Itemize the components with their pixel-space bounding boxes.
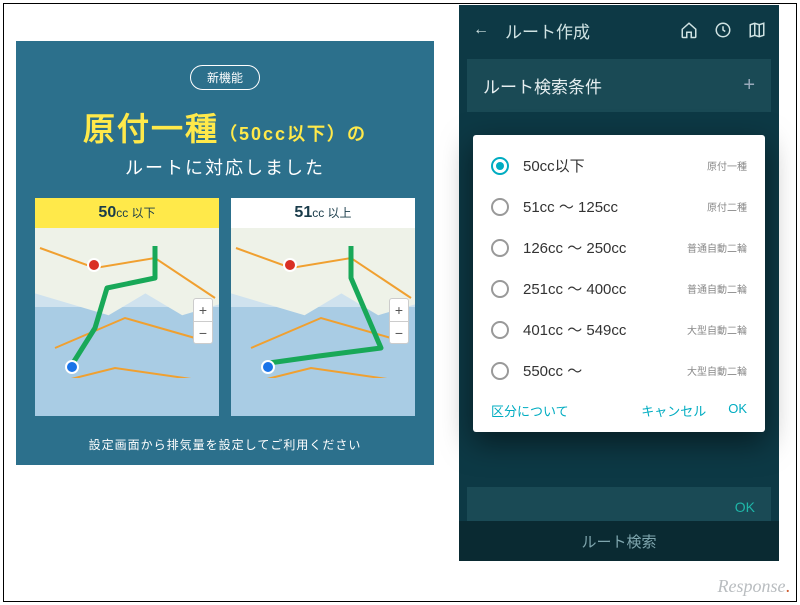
route-path-51: [231, 228, 415, 378]
radio-icon: [491, 280, 509, 298]
option-label: 50cc以下: [523, 155, 693, 176]
panel-ok-button[interactable]: OK: [735, 499, 755, 515]
headline-main: 原付一種: [83, 111, 219, 147]
engine-option[interactable]: 126cc ～ 250cc 普通自動二輪: [473, 227, 765, 268]
route-search-button[interactable]: ルート検索: [459, 521, 779, 561]
goal-pin-icon: [87, 258, 101, 272]
map-image-51: + −: [231, 228, 415, 416]
radio-icon: [491, 239, 509, 257]
option-category: 普通自動二輪: [687, 240, 747, 255]
route-path-50: [35, 228, 219, 378]
cancel-button[interactable]: キャンセル: [641, 401, 706, 420]
ok-button[interactable]: OK: [728, 401, 747, 420]
map-image-50: + −: [35, 228, 219, 416]
option-category: 原付一種: [707, 158, 747, 173]
map-icon[interactable]: [747, 20, 767, 40]
option-category: 大型自動二輪: [687, 322, 747, 337]
zoom-control[interactable]: + −: [193, 298, 213, 344]
promo-footnote: 設定画面から排気量を設定してご利用ください: [16, 436, 434, 453]
zoom-out-button[interactable]: −: [194, 321, 212, 343]
promo-subhead: ルートに対応しました: [16, 154, 434, 180]
option-category: 大型自動二輪: [687, 363, 747, 378]
promo-panel: 新機能 原付一種（50cc以下）の ルートに対応しました 50cc 以下 + −: [16, 41, 434, 465]
option-label: 51cc ～ 125cc: [523, 196, 693, 217]
watermark: Response.: [718, 576, 790, 597]
dialog-actions: 区分について キャンセル OK: [473, 391, 765, 424]
history-icon[interactable]: [713, 20, 733, 40]
map-header-50: 50cc 以下: [35, 198, 219, 228]
engine-option[interactable]: 51cc ～ 125cc 原付二種: [473, 186, 765, 227]
watermark-text: Response: [718, 576, 786, 596]
section-header: ルート検索条件 +: [467, 59, 771, 112]
headline-sub: （50cc以下）: [219, 124, 347, 144]
watermark-dot: .: [786, 576, 791, 596]
new-feature-badge: 新機能: [190, 65, 260, 90]
option-category: 原付二種: [707, 199, 747, 214]
phone-screen: ← ルート作成 ルート検索条件 + 50cc以下原付一種51cc ～ 125cc…: [459, 5, 779, 561]
engine-option[interactable]: 550cc ～ 大型自動二輪: [473, 350, 765, 391]
home-icon[interactable]: [679, 20, 699, 40]
option-label: 251cc ～ 400cc: [523, 278, 673, 299]
radio-icon: [491, 157, 509, 175]
radio-icon: [491, 321, 509, 339]
option-label: 126cc ～ 250cc: [523, 237, 673, 258]
app-title: ルート作成: [505, 18, 665, 43]
map-num-50: 50: [98, 204, 116, 221]
map-card-50: 50cc 以下 + −: [35, 198, 219, 416]
plus-icon[interactable]: +: [743, 74, 755, 97]
map-unit-51: cc 以上: [312, 206, 351, 220]
engine-size-dialog: 50cc以下原付一種 51cc ～ 125cc 原付二種 126cc ～ 250cc 普…: [473, 135, 765, 432]
radio-icon: [491, 362, 509, 380]
app-bar: ← ルート作成: [459, 5, 779, 55]
map-card-51: 51cc 以上 + −: [231, 198, 415, 416]
back-icon[interactable]: ←: [471, 20, 491, 40]
about-classification-link[interactable]: 区分について: [491, 401, 569, 420]
engine-option[interactable]: 401cc ～ 549cc 大型自動二輪: [473, 309, 765, 350]
radio-icon: [491, 198, 509, 216]
map-unit-50: cc 以下: [116, 206, 155, 220]
section-title: ルート検索条件: [483, 73, 602, 98]
option-label: 401cc ～ 549cc: [523, 319, 673, 340]
engine-option[interactable]: 251cc ～ 400cc 普通自動二輪: [473, 268, 765, 309]
start-pin-icon: [65, 360, 79, 374]
goal-pin-icon: [283, 258, 297, 272]
zoom-out-button[interactable]: −: [390, 321, 408, 343]
zoom-in-button[interactable]: +: [194, 299, 212, 321]
headline-tail: の: [347, 124, 367, 144]
map-header-51: 51cc 以上: [231, 198, 415, 228]
promo-headline: 原付一種（50cc以下）の: [16, 104, 434, 150]
map-comparison: 50cc 以下 + − 51cc 以上: [16, 198, 434, 416]
engine-option[interactable]: 50cc以下原付一種: [473, 145, 765, 186]
option-category: 普通自動二輪: [687, 281, 747, 296]
zoom-in-button[interactable]: +: [390, 299, 408, 321]
start-pin-icon: [261, 360, 275, 374]
option-label: 550cc ～: [523, 360, 673, 381]
map-num-51: 51: [294, 204, 312, 221]
zoom-control[interactable]: + −: [389, 298, 409, 344]
